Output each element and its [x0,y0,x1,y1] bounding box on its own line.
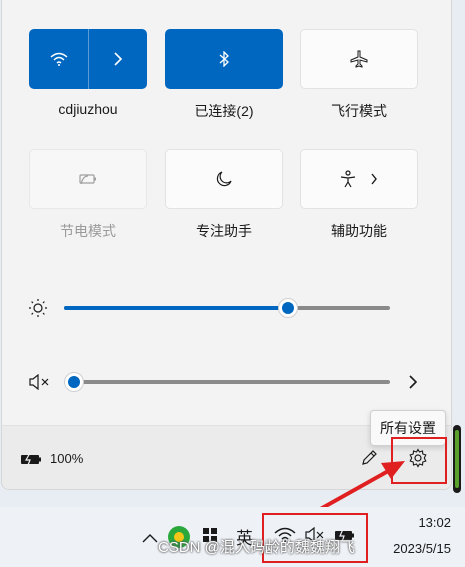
chevron-right-icon [114,52,123,66]
battery-charging-icon [21,452,41,465]
moon-icon [216,171,232,187]
wifi-expand-button[interactable] [88,29,147,89]
chevron-right-icon[interactable] [408,375,418,389]
accessibility-tile[interactable] [300,149,418,209]
brightness-slider-fill [64,306,288,310]
battery-saver-icon [79,174,96,185]
volume-slider-row [26,370,426,394]
accessibility-label: 辅助功能 [331,223,387,239]
sun-icon [29,299,47,317]
chevron-right-icon [371,173,377,185]
battery-saver-tile[interactable] [29,149,147,209]
wifi-label: cdjiuzhou [58,101,118,117]
chevron-up-icon[interactable] [142,532,158,544]
airplane-icon [350,50,368,68]
battery-saver-label: 节电模式 [60,223,116,239]
watermark: CSDN @混入码龄的魏魏翔飞 [158,539,355,556]
focus-assist-tile[interactable] [165,149,283,209]
focus-assist-label: 专注助手 [196,223,252,239]
volume-slider-thumb[interactable] [64,372,84,392]
volume-slider-track[interactable] [64,380,390,384]
battery-status[interactable]: 100% [20,451,83,466]
taskbar-clock[interactable]: 13:02 2023/5/15 [393,510,451,562]
brightness-slider-thumb[interactable] [278,298,298,318]
airplane-mode-label: 飞行模式 [331,103,387,119]
wifi-tile[interactable] [29,29,147,89]
desktop-scrollbar-indicator [455,430,459,488]
mute-speaker-icon[interactable] [28,374,50,390]
bluetooth-icon [219,51,229,67]
airplane-mode-tile[interactable] [300,29,418,89]
wifi-toggle[interactable] [29,29,88,89]
clock-time: 13:02 [418,515,451,530]
accessibility-icon [340,170,356,188]
wifi-icon [50,52,67,66]
bluetooth-tile[interactable] [165,29,283,89]
bluetooth-label: 已连接(2) [194,103,254,119]
brightness-slider-row [26,296,426,320]
clock-date: 2023/5/15 [393,541,451,556]
battery-percentage: 100% [50,451,84,466]
